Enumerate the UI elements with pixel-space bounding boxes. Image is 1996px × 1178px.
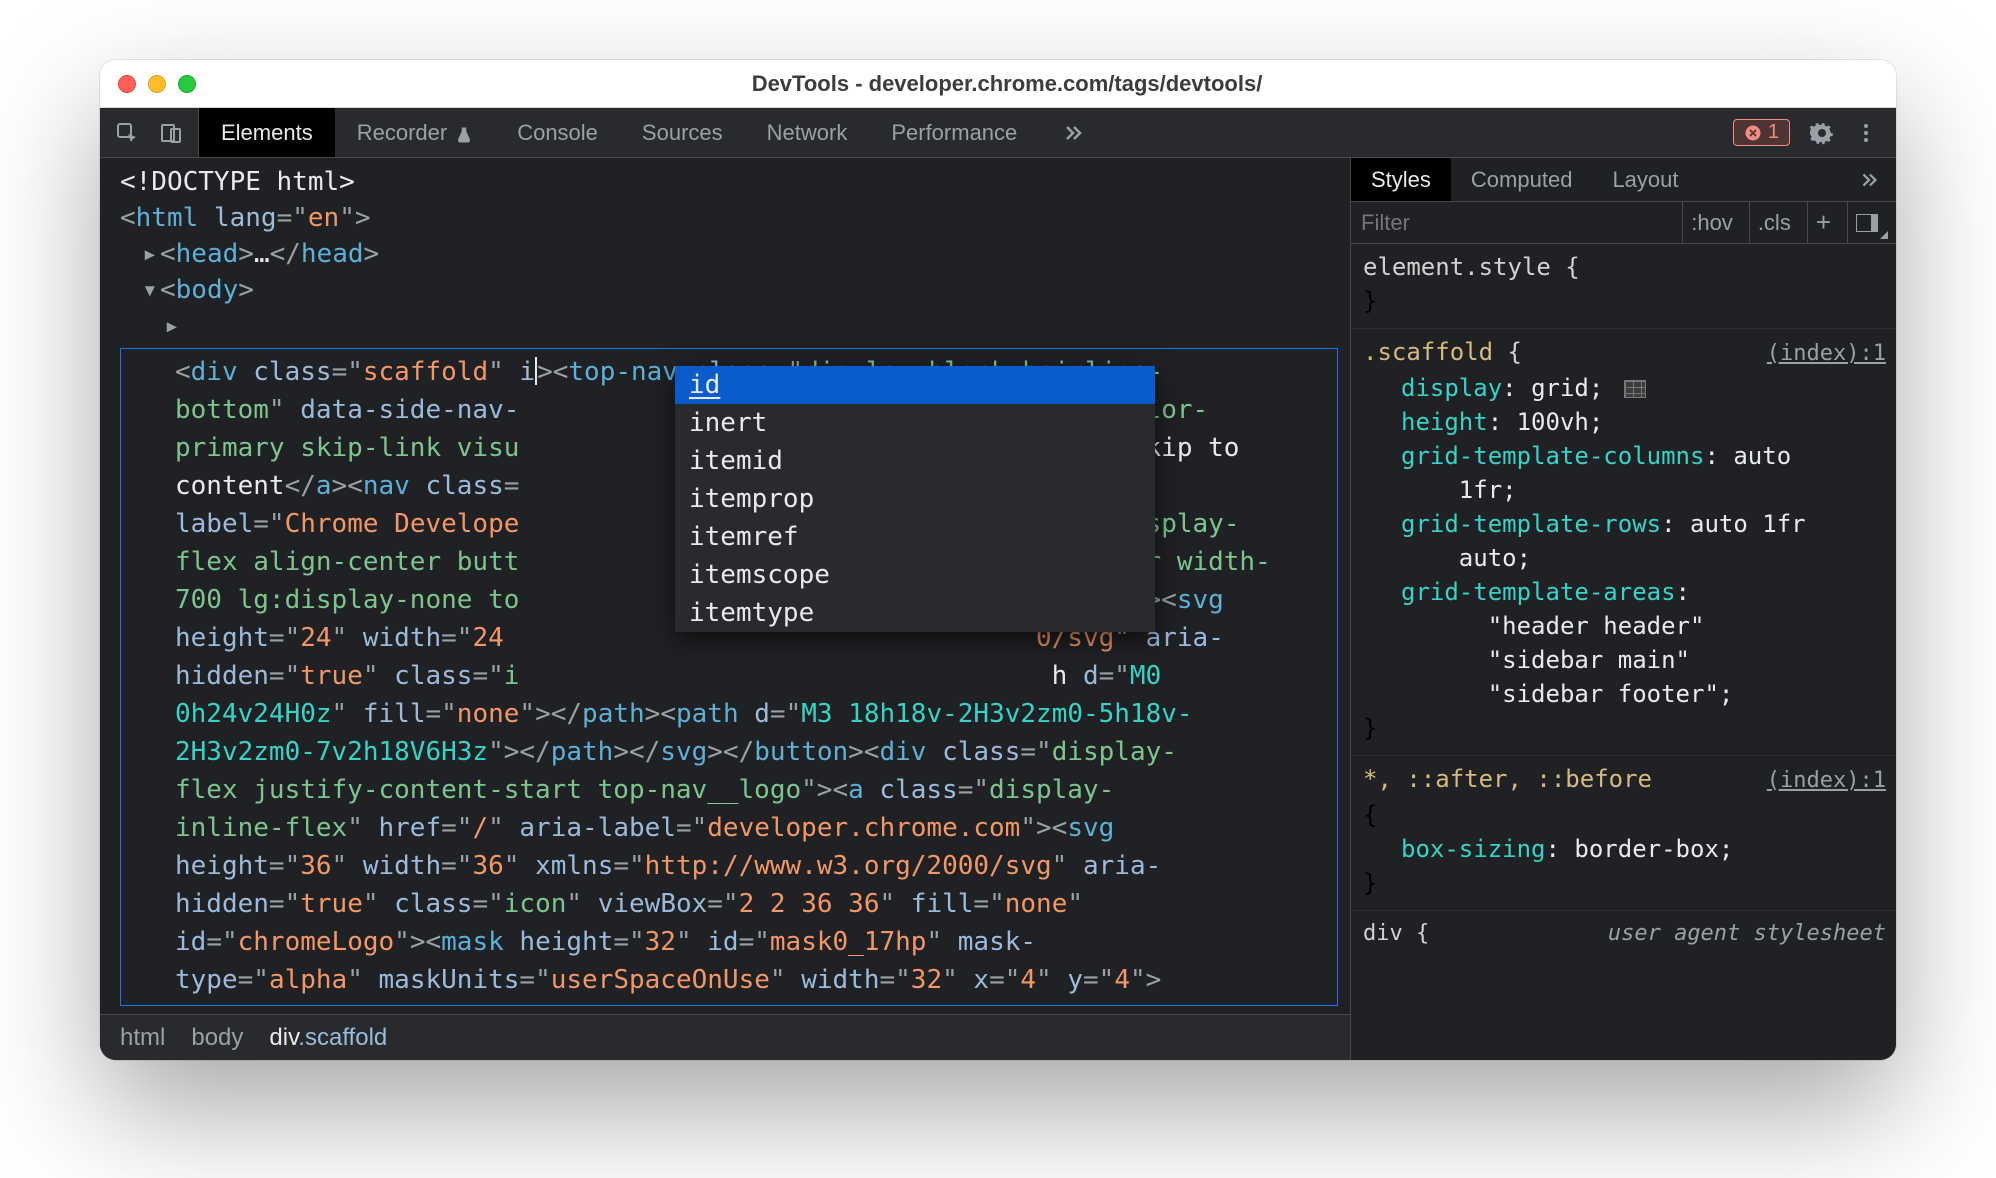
autocomplete-option-itemprop[interactable]: itemprop [675, 480, 1155, 518]
resize-corner-icon[interactable] [1880, 231, 1888, 239]
autocomplete-option-itemscope[interactable]: itemscope [675, 556, 1155, 594]
autocomplete-option-itemtype[interactable]: itemtype [675, 594, 1155, 632]
close-window-button[interactable] [118, 75, 136, 93]
rule-selector[interactable]: *, ::after, ::before [1363, 765, 1652, 793]
tab-network[interactable]: Network [745, 108, 870, 157]
tab-console[interactable]: Console [495, 108, 620, 157]
window-title: DevTools - developer.chrome.com/tags/dev… [196, 71, 1818, 97]
tab-recorder[interactable]: Recorder [335, 108, 495, 157]
devtools-toolbar: Elements Recorder Console Sources Networ… [100, 108, 1896, 158]
rule-selector[interactable]: .scaffold [1363, 338, 1493, 366]
settings-icon[interactable] [1810, 121, 1834, 145]
devtools-window: DevTools - developer.chrome.com/tags/dev… [100, 60, 1896, 1060]
titlebar: DevTools - developer.chrome.com/tags/dev… [100, 60, 1896, 108]
toggle-hov[interactable]: :hov [1682, 202, 1741, 243]
head-collapsed[interactable]: ▸<head>…</head> [120, 236, 1338, 272]
breadcrumb-html[interactable]: html [120, 1024, 165, 1052]
panel-tabs: Elements Recorder Console Sources Networ… [199, 108, 1715, 157]
rule-scaffold[interactable]: .scaffold { (index):1 display: grid; hei… [1351, 329, 1896, 756]
tab-elements[interactable]: Elements [199, 108, 335, 157]
tab-performance[interactable]: Performance [869, 108, 1039, 157]
ua-rule-div: div { user agent stylesheet [1351, 911, 1896, 961]
new-style-rule-button[interactable]: + [1807, 202, 1839, 243]
styles-tabs: Styles Computed Layout [1351, 158, 1896, 202]
breadcrumb-active[interactable]: div.scaffold [269, 1024, 387, 1052]
breadcrumb: html body div.scaffold [100, 1014, 1350, 1060]
more-options-icon[interactable] [1854, 121, 1878, 145]
device-toolbar-icon[interactable] [158, 120, 184, 146]
grid-icon[interactable] [1624, 380, 1646, 398]
window-controls [118, 75, 196, 93]
tab-styles[interactable]: Styles [1351, 158, 1451, 201]
elements-panel: <!DOCTYPE html> <html lang="en"> ▸<head>… [100, 158, 1350, 1060]
rule-source-link[interactable]: (index):1 [1767, 764, 1886, 798]
autocomplete-option-itemid[interactable]: itemid [675, 442, 1155, 480]
minimize-window-button[interactable] [148, 75, 166, 93]
tab-sources[interactable]: Sources [620, 108, 745, 157]
tab-computed[interactable]: Computed [1451, 158, 1593, 201]
styles-more-tabs[interactable] [1838, 158, 1896, 201]
attribute-autocomplete[interactable]: id inert itemid itemprop itemref itemsco… [675, 366, 1155, 632]
html-open: <html lang="en"> [120, 200, 1338, 236]
zoom-window-button[interactable] [178, 75, 196, 93]
tab-layout[interactable]: Layout [1592, 158, 1698, 201]
flask-icon [455, 124, 473, 142]
toggle-cls[interactable]: .cls [1749, 202, 1799, 243]
styles-filter-row: :hov .cls + [1351, 202, 1896, 244]
inspect-element-icon[interactable] [114, 120, 140, 146]
element-style-selector: element.style { [1363, 250, 1580, 284]
autocomplete-option-id[interactable]: id [675, 366, 1155, 404]
dom-tree[interactable]: <!DOCTYPE html> <html lang="en"> ▸<head>… [100, 158, 1350, 1014]
error-count-badge[interactable]: 1 [1733, 119, 1790, 146]
styles-filter-input[interactable] [1361, 210, 1674, 236]
style-rules[interactable]: element.style { } .scaffold { (index):1 … [1351, 244, 1896, 1060]
body-child-arrow[interactable]: ▸ [120, 308, 1338, 344]
body-open[interactable]: ▾<body> [120, 272, 1338, 308]
styles-panel: Styles Computed Layout :hov .cls + [1350, 158, 1896, 1060]
error-count: 1 [1768, 121, 1779, 144]
doctype-line: <!DOCTYPE html> [120, 164, 1338, 200]
autocomplete-option-inert[interactable]: inert [675, 404, 1155, 442]
rule-source-link[interactable]: (index):1 [1767, 337, 1886, 371]
rule-universal[interactable]: *, ::after, ::before (index):1 { box-siz… [1351, 756, 1896, 911]
more-tabs-button[interactable] [1039, 108, 1107, 157]
autocomplete-option-itemref[interactable]: itemref [675, 518, 1155, 556]
breadcrumb-body[interactable]: body [191, 1024, 243, 1052]
element-style-block[interactable]: element.style { } [1351, 244, 1896, 329]
